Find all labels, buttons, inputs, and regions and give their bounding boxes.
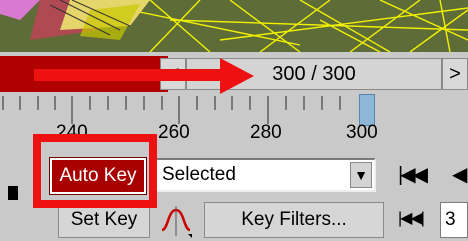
curve-editor-icon[interactable]: [158, 204, 194, 238]
current-frame-field[interactable]: 3: [440, 202, 468, 238]
selection-value: Selected: [162, 164, 236, 185]
time-slider-next-button[interactable]: >: [442, 58, 468, 90]
prev-frame-icon[interactable]: ◀: [452, 162, 467, 187]
viewport-strip[interactable]: [0, 0, 468, 52]
ruler-label: 260: [158, 122, 190, 143]
animation-controls: Auto Key Selected ▼ |◀◀ ◀ Set Key Key Fi…: [0, 134, 468, 241]
time-slider[interactable]: < 300 / 300 >: [0, 52, 468, 94]
pointer-marker: [8, 186, 18, 200]
chevron-down-icon[interactable]: ▼: [350, 162, 372, 188]
wireframe-mesh: [0, 0, 468, 52]
annotation-arrow-head: [220, 58, 254, 94]
key-mode-icon[interactable]: |◀◀|: [398, 208, 425, 228]
annotation-highlight-box: [33, 134, 157, 208]
key-filters-button[interactable]: Key Filters...: [204, 202, 384, 238]
ruler-label: 300: [346, 122, 378, 143]
annotation-arrow-shaft: [34, 69, 224, 81]
goto-start-icon[interactable]: |◀◀: [398, 162, 428, 187]
ruler-label: 280: [250, 122, 282, 143]
key-selection-dropdown[interactable]: Selected ▼: [150, 158, 376, 192]
